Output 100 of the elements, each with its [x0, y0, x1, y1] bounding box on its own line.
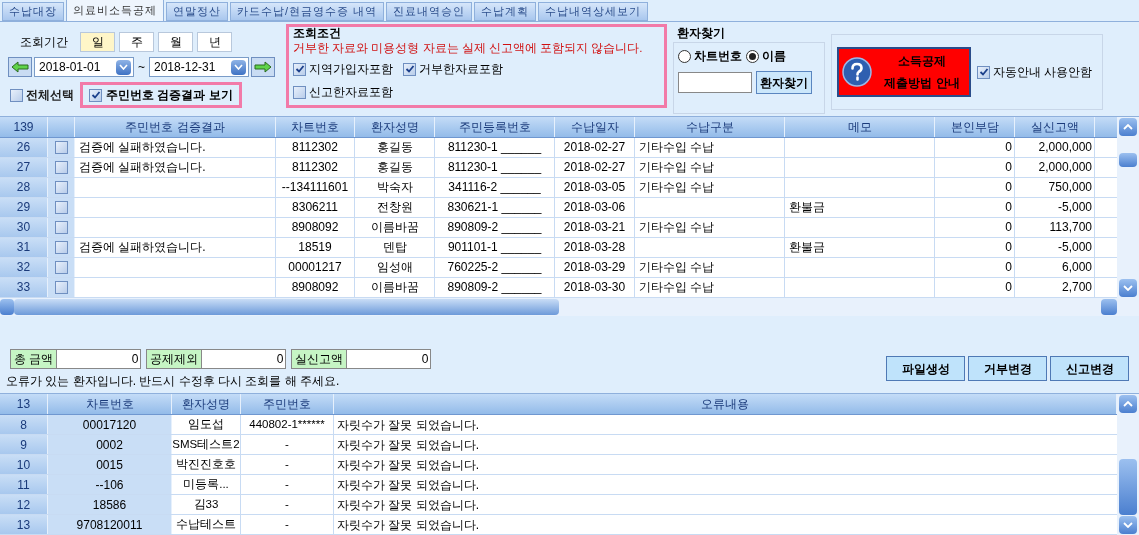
period-option[interactable]: 일 — [80, 32, 115, 52]
column-header[interactable]: 환자성명 — [172, 394, 241, 414]
table-cell-text: 2018-03-30 — [563, 279, 626, 297]
column-header[interactable]: 수납일자 — [555, 116, 635, 137]
panel-title: 환자찾기 — [676, 25, 726, 42]
table-cell-text: 기타수입 수납 — [639, 279, 715, 297]
table-cell-text: 0 — [1005, 199, 1012, 217]
checkbox[interactable] — [10, 88, 23, 102]
table-cell-text: - — [285, 496, 289, 512]
date-field[interactable]: 2018-01-01 — [34, 57, 134, 77]
table-cell-text: 00017120 — [82, 416, 137, 434]
checkbox[interactable] — [89, 88, 102, 102]
table-cell-text: 이름바꿈 — [370, 219, 419, 237]
scroll-down-button[interactable] — [1119, 279, 1137, 298]
column-header[interactable]: 메모 — [785, 116, 935, 137]
action-button[interactable]: 신고변경 — [1050, 356, 1129, 382]
select-all-label: 전체선택 — [26, 87, 74, 104]
action-button[interactable]: 거부변경 — [968, 356, 1047, 382]
checkbox[interactable] — [293, 85, 306, 99]
row-checkbox[interactable] — [54, 220, 68, 234]
period-option[interactable]: 월 — [158, 32, 193, 52]
table-cell-text: 2018-03-21 — [563, 219, 626, 237]
column-header[interactable]: 수납구분 — [635, 116, 785, 137]
table-cell-text: 0015 — [96, 456, 123, 474]
table-cell-text: 임도섭 — [188, 416, 224, 432]
row-checkbox[interactable] — [54, 180, 68, 194]
horizontal-scrollbar[interactable] — [0, 298, 1139, 317]
column-header[interactable]: 주민번호 검증결과 — [75, 116, 276, 137]
table-cell-text: -5,000 — [1057, 199, 1092, 217]
table-cell-text: 0 — [1005, 159, 1012, 177]
period-option[interactable]: 년 — [197, 32, 232, 52]
table-cell-text: 2,700 — [1061, 279, 1092, 297]
column-header[interactable]: 차트번호 — [276, 116, 355, 137]
previous-button[interactable] — [8, 57, 32, 77]
table-cell-text: 901101-1 ______ — [447, 239, 542, 257]
column-header[interactable]: 차트번호 — [48, 394, 172, 414]
scroll-left-button[interactable] — [0, 299, 14, 316]
checkbox[interactable] — [293, 62, 306, 76]
tab[interactable]: 카드수납/현금영수증 내역 — [230, 2, 385, 21]
row-checkbox[interactable] — [54, 160, 68, 174]
table-cell-text: 미등록... — [183, 476, 229, 492]
patient-search-field[interactable] — [678, 72, 752, 93]
table-cell-text: 2018-03-29 — [563, 259, 626, 277]
scrollbar[interactable] — [1117, 394, 1139, 535]
table-cell-text: 이름바꿈 — [370, 279, 419, 297]
tab[interactable]: 수납계획 — [474, 2, 537, 21]
option-label: 거부한자료포함 — [419, 61, 503, 79]
help-icon — [842, 57, 872, 87]
date-field[interactable]: 2018-12-31 — [149, 57, 249, 77]
table-cell-text: 덴탑 — [382, 239, 407, 257]
scroll-up-button[interactable] — [1119, 395, 1137, 413]
checkbox[interactable] — [977, 65, 990, 79]
scroll-up-button[interactable] — [1119, 117, 1137, 136]
scroll-right-button[interactable] — [1101, 299, 1117, 316]
scroll-down-button[interactable] — [1119, 516, 1137, 534]
radio-label: 이름 — [762, 48, 786, 65]
row-checkbox[interactable] — [54, 140, 68, 154]
column-header[interactable]: 환자성명 — [355, 116, 435, 137]
table-cell-text: 2018-03-28 — [563, 239, 626, 257]
scroll-thumb[interactable] — [1119, 152, 1137, 167]
table-cell-text: 2018-02-27 — [563, 139, 626, 157]
error-message: 오류가 있는 환자입니다. 반드시 수정후 다시 조회를 해 주세요. — [6, 373, 341, 391]
table-cell-text: 8908092 — [291, 279, 339, 297]
right-arrow-icon — [254, 61, 272, 73]
column-header[interactable]: 주민번호 — [241, 394, 334, 414]
table-cell-text: 2018-02-27 — [563, 159, 626, 177]
radio-button[interactable] — [746, 49, 759, 63]
find-patient-button[interactable]: 환자찾기 — [756, 71, 812, 94]
tab[interactable]: 수납내역상세보기 — [538, 2, 649, 21]
column-header[interactable]: 실신고액 — [1015, 116, 1095, 137]
table-cell-text: -5,000 — [1057, 239, 1092, 257]
tab[interactable]: 진료내역승인 — [386, 2, 473, 21]
table-cell-text: 0 — [1005, 139, 1012, 157]
table-cell-text: 자릿수가 잘못 되었습니다. — [337, 476, 479, 494]
scroll-thumb[interactable] — [14, 299, 559, 316]
scrollbar[interactable] — [1117, 116, 1139, 299]
option-label: 지역가입자포함 — [309, 61, 393, 79]
verification-label: 주민번호 검증결과 보기 — [106, 87, 233, 104]
action-button[interactable]: 파일생성 — [886, 356, 965, 382]
period-option[interactable]: 주 — [119, 32, 154, 52]
tab[interactable]: 연말정산 — [166, 2, 228, 21]
table-cell-text: 0 — [1005, 259, 1012, 277]
table-cell-text: 자릿수가 잘못 되었습니다. — [337, 516, 479, 534]
column-header[interactable]: 주민등록번호 — [435, 116, 555, 137]
table-cell-text: 8112302 — [292, 159, 338, 177]
table-cell-text: 박숙자 — [376, 179, 413, 197]
column-header[interactable]: 본인부담 — [935, 116, 1015, 137]
radio-button[interactable] — [678, 49, 691, 63]
row-checkbox[interactable] — [54, 260, 68, 274]
table-cell-text: 8908092 — [291, 219, 339, 237]
auto-guide-label: 자동안내 사용안함 — [993, 64, 1093, 81]
tab[interactable]: 수납대장 — [2, 2, 64, 21]
row-checkbox[interactable] — [54, 280, 68, 294]
guide-button[interactable]: 소득공제 제출방법 안내 — [837, 47, 971, 97]
checkbox[interactable] — [403, 62, 416, 76]
scroll-thumb[interactable] — [1119, 459, 1137, 515]
tab[interactable]: 의료비소득공제 — [66, 0, 164, 21]
row-checkbox[interactable] — [54, 200, 68, 214]
row-checkbox[interactable] — [54, 240, 68, 254]
next-button[interactable] — [251, 57, 275, 77]
